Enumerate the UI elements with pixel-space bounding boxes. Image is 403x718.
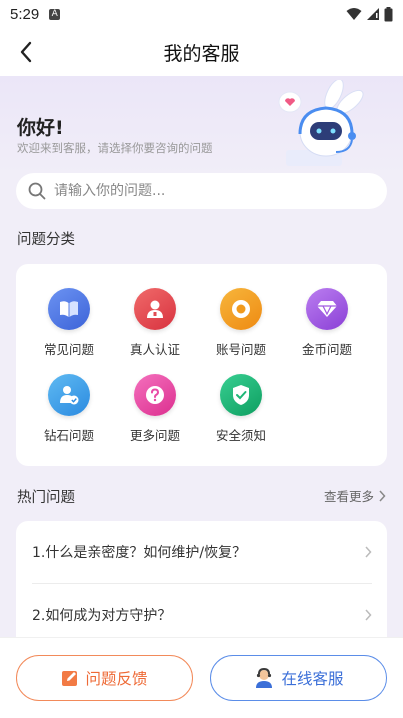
category-account[interactable]: 账号问题	[198, 288, 284, 358]
category-label: 真人认证	[129, 342, 180, 357]
status-right-icons	[346, 6, 393, 22]
category-section-title: 问题分类	[17, 232, 75, 248]
hot-section-title: 热门问题	[17, 490, 75, 506]
nav-bar: 我的客服	[0, 28, 403, 76]
rabbit-mascot-icon	[278, 80, 364, 166]
hot-questions-card: 1.什么是亲密度？如何维护/恢复？ 2.如何成为对方守护？	[16, 521, 387, 651]
bottom-action-bar: 问题反馈 在线客服	[0, 637, 403, 718]
category-verify[interactable]: 真人认证	[112, 288, 198, 358]
search-input[interactable]	[54, 183, 354, 199]
person-icon	[134, 288, 176, 330]
feedback-button[interactable]: 问题反馈	[16, 655, 193, 701]
wifi-icon	[346, 8, 362, 20]
feedback-label: 问题反馈	[85, 670, 148, 688]
question-icon	[134, 374, 176, 416]
chevron-right-icon	[365, 546, 372, 558]
battery-icon	[384, 6, 393, 21]
view-more-link[interactable]: 查看更多	[324, 486, 386, 505]
category-label: 安全须知	[215, 428, 266, 443]
category-more[interactable]: 更多问题	[112, 374, 198, 444]
notification-a-icon: A	[49, 8, 61, 20]
category-coins[interactable]: 金币问题	[284, 288, 370, 358]
edit-icon	[62, 671, 78, 686]
category-label: 账号问题	[215, 342, 266, 357]
chevron-right-icon	[379, 489, 386, 502]
greeting-title: 你好!	[17, 117, 64, 139]
greeting-subtitle: 欢迎来到客服，请选择你要咨询的问题	[17, 141, 213, 155]
chevron-right-icon	[365, 609, 372, 621]
category-label: 金币问题	[301, 342, 352, 357]
category-common[interactable]: 常见问题	[26, 288, 112, 358]
agent-headset-icon	[256, 667, 273, 688]
book-icon	[48, 288, 90, 330]
question-text: 2.如何成为对方守护？	[32, 608, 172, 624]
category-safety[interactable]: 安全须知	[198, 374, 284, 444]
category-label: 钻石问题	[43, 428, 94, 443]
online-service-label: 在线客服	[281, 670, 344, 688]
search-icon	[28, 182, 46, 200]
category-card: 常见问题 真人认证 账号问题 金币问题 钻石问题 更多问题 安全须知	[16, 264, 387, 466]
chevron-left-icon	[20, 41, 32, 63]
signal-icon	[367, 8, 379, 20]
category-diamond[interactable]: 钻石问题	[26, 374, 112, 444]
page-title: 我的客服	[163, 42, 240, 65]
diamond-icon	[306, 288, 348, 330]
back-button[interactable]	[12, 38, 40, 66]
category-label: 常见问题	[43, 342, 94, 357]
shield-check-icon	[220, 374, 262, 416]
list-item[interactable]: 1.什么是亲密度？如何维护/恢复？	[32, 521, 372, 583]
category-label: 更多问题	[129, 428, 180, 443]
question-text: 1.什么是亲密度？如何维护/恢复？	[32, 545, 247, 561]
search-bar[interactable]	[16, 173, 387, 209]
online-service-button[interactable]: 在线客服	[210, 655, 387, 701]
status-time: 5:29	[10, 5, 40, 23]
view-more-label: 查看更多	[323, 489, 374, 504]
account-icon	[220, 288, 262, 330]
status-bar: 5:29 A	[0, 0, 403, 28]
user-check-icon	[48, 374, 90, 416]
